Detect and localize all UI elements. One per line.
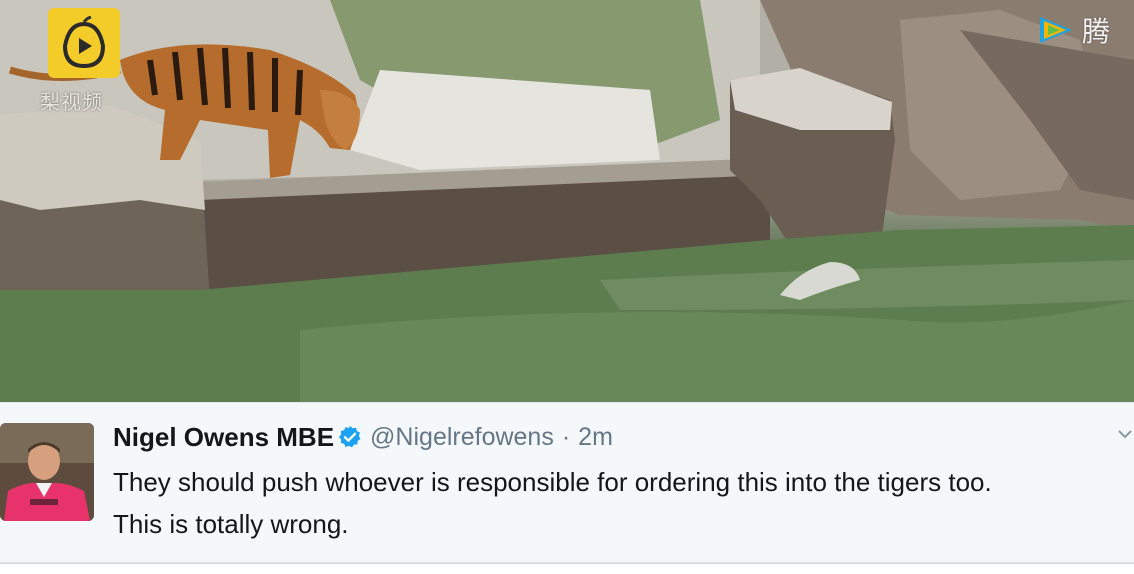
verified-badge-icon [339,426,361,448]
tweet-header: Nigel Owens MBE @Nigelrefowens · 2m [113,421,613,453]
tencent-video-logo: 腾 [1036,12,1134,48]
tweet-text-line: They should push whoever is responsible … [113,467,992,497]
tweet-timestamp[interactable]: 2m [578,423,613,452]
next-tweet-edge [0,562,1134,574]
tencent-video-icon [1040,17,1072,43]
avatar-image [0,423,94,521]
watermark-right-text: 腾 [1082,15,1111,48]
video-frame[interactable]: 梨视频 腾 [0,0,1134,402]
tweet-card[interactable]: Nigel Owens MBE @Nigelrefowens · 2m They… [0,402,1134,562]
tweet-text-line: This is totally wrong. [113,509,349,539]
zoo-enclosure-image [0,0,1134,402]
avatar[interactable] [0,423,94,521]
display-name[interactable]: Nigel Owens MBE [113,422,334,453]
meta-separator: · [561,422,571,451]
pear-video-logo [48,8,120,78]
chevron-down-icon[interactable] [1116,425,1134,443]
watermark-left-text: 梨视频 [40,90,103,114]
user-handle[interactable]: @Nigelrefowens [370,423,554,452]
tweet-text: They should push whoever is responsible … [113,461,1113,545]
play-pear-icon [62,16,106,69]
